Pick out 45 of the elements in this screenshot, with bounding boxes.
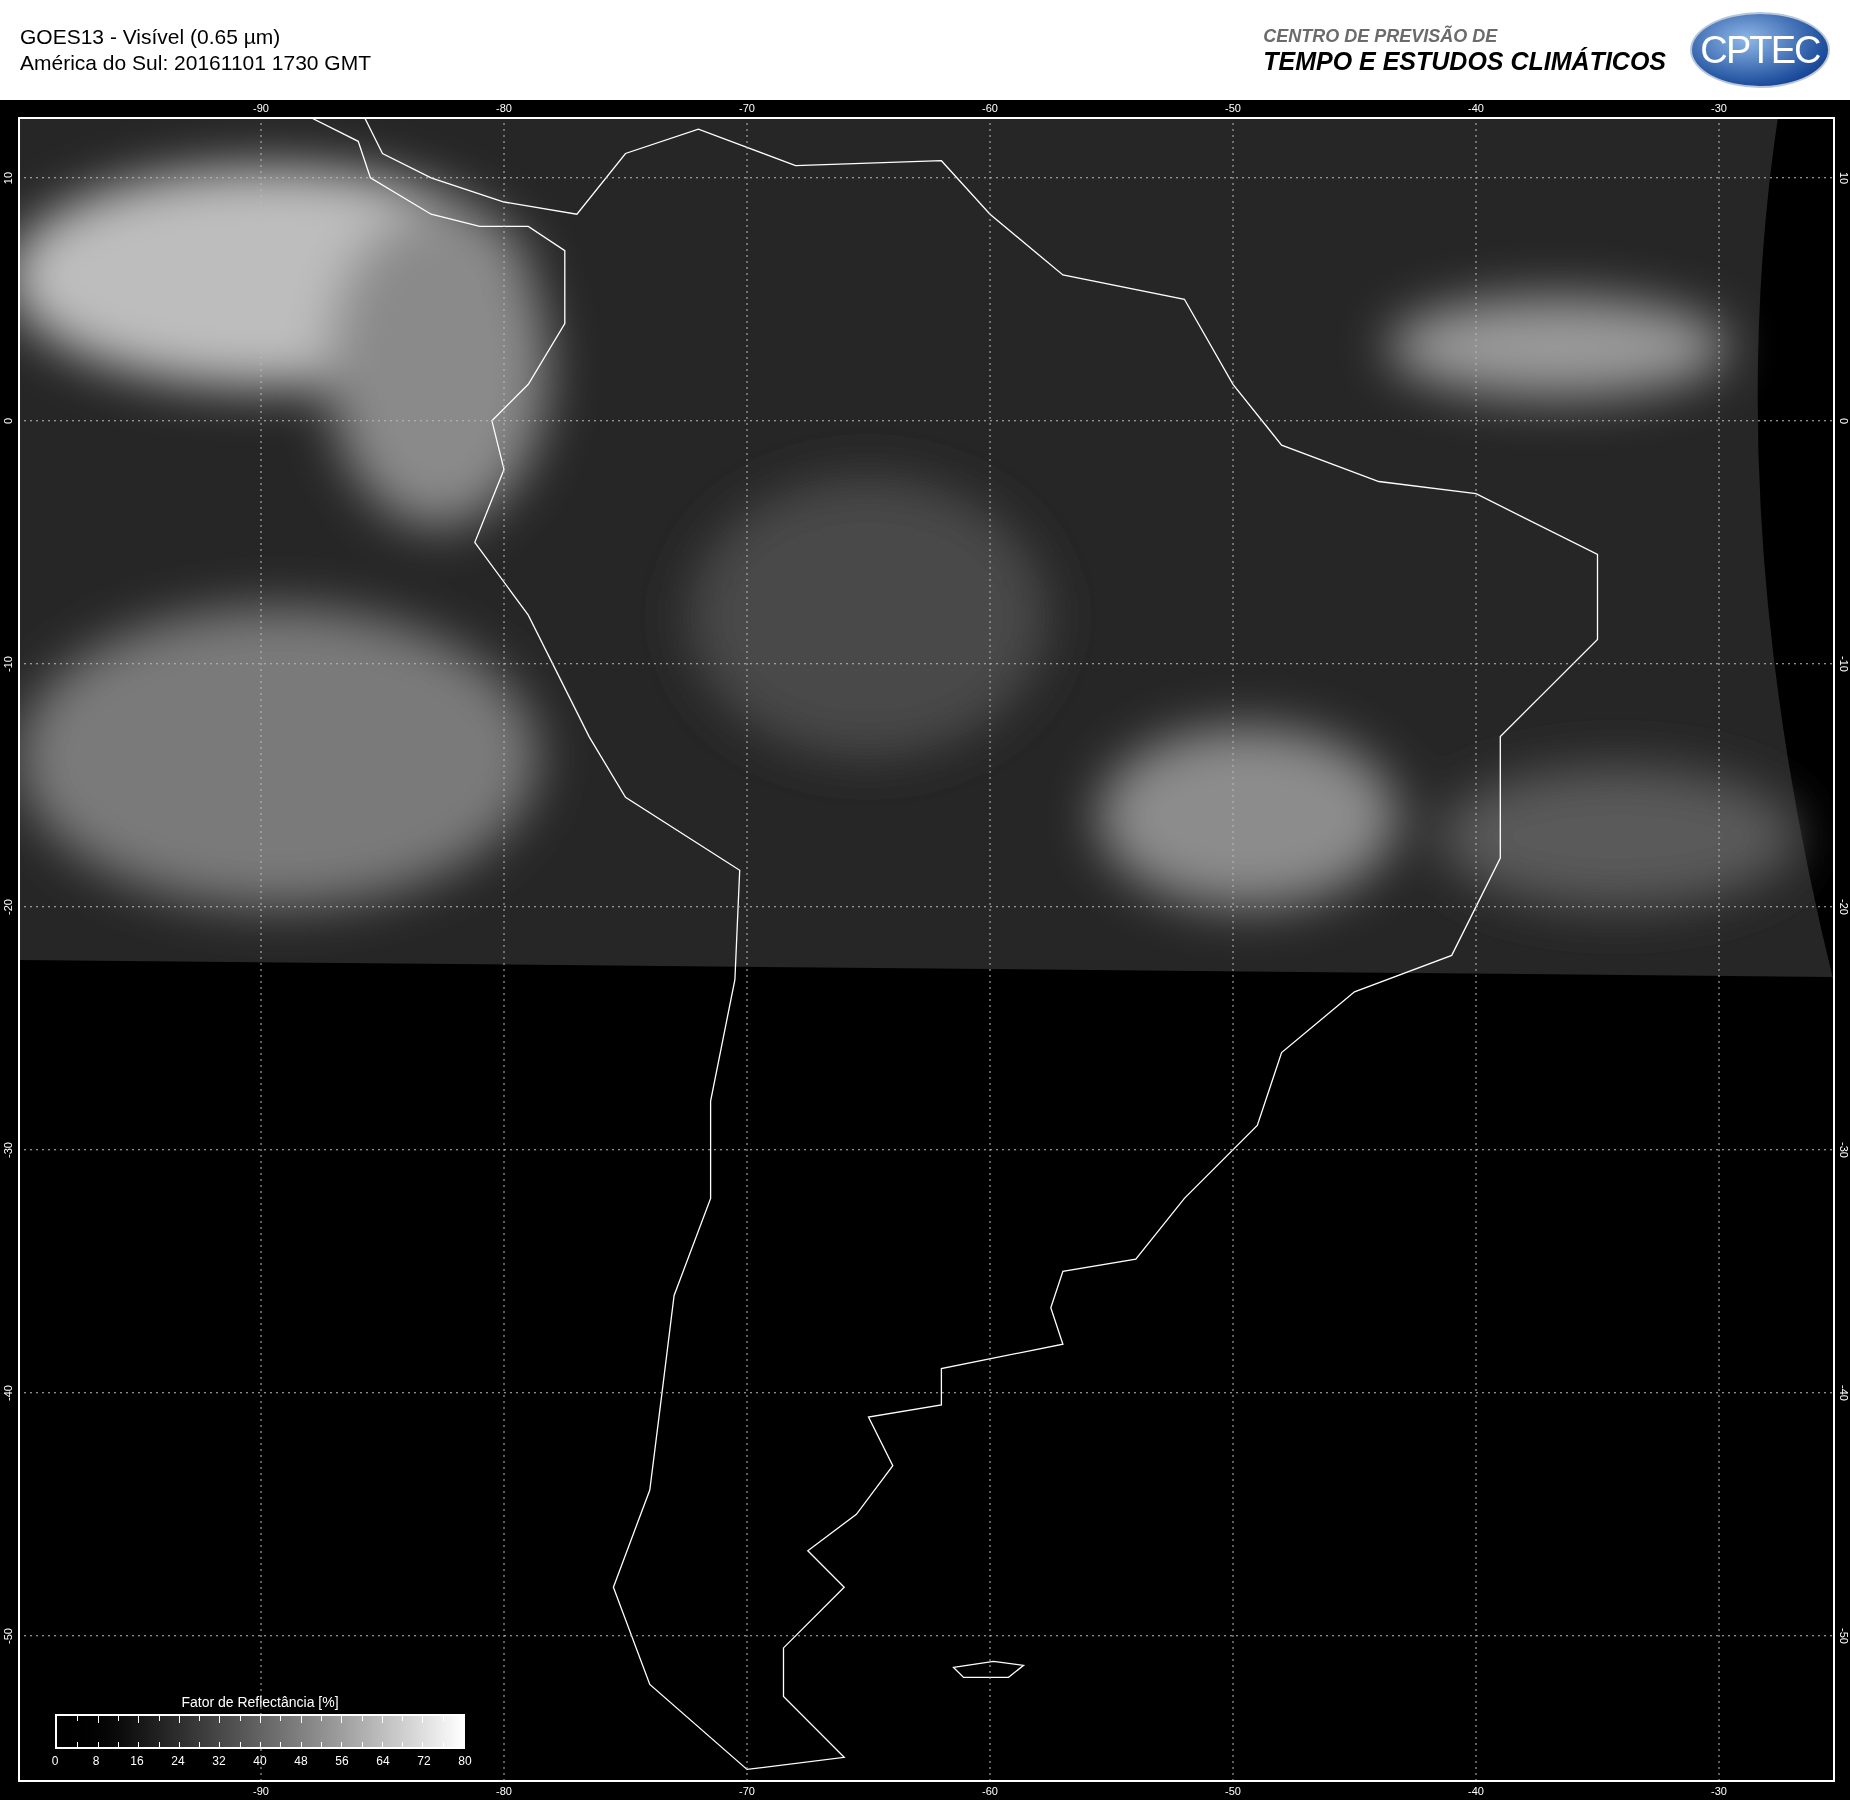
scale-label: 48 (294, 1755, 308, 1767)
scale-label: 8 (92, 1755, 100, 1767)
longitude-label: -70 (739, 102, 755, 114)
scale-label: 64 (376, 1755, 390, 1767)
scale-label: 16 (130, 1755, 144, 1767)
latitude-label: -10 (1837, 655, 1849, 672)
scale-label: 40 (253, 1755, 267, 1767)
longitude-label: -60 (982, 1785, 998, 1797)
longitude-label: -60 (982, 102, 998, 114)
product-title: GOES13 - Visível (0.65 µm) (20, 23, 282, 50)
logo: CPTEC (1690, 12, 1830, 88)
scale-label: 24 (171, 1755, 185, 1767)
organization-name: CENTRO DE PREVISÃO DE (1263, 26, 1499, 45)
latitude-label: 0 (2, 417, 14, 424)
longitude-label: -40 (1468, 102, 1484, 114)
longitude-label: -70 (739, 1785, 755, 1797)
latitude-label: -30 (1837, 1141, 1849, 1158)
scale-label: 80 (458, 1755, 472, 1767)
region-timestamp: América do Sul: 20161101 1730 GMT (20, 50, 371, 76)
latitude-label: 0 (1837, 417, 1849, 424)
longitude-label: -50 (1225, 102, 1241, 114)
latitude-label: -50 (1837, 1627, 1849, 1644)
scale-label: 32 (212, 1755, 226, 1767)
latitude-label: -50 (2, 1627, 14, 1644)
legend-title: Fator de Reflectância [%] (181, 1695, 339, 1709)
latitude-label: -20 (2, 898, 14, 915)
longitude-label: -30 (1711, 102, 1727, 114)
longitude-label: -90 (253, 1785, 269, 1797)
organization-name: TEMPO E ESTUDOS CLIMÁTICOS (1263, 48, 1666, 74)
latitude-label: -30 (2, 1141, 14, 1158)
latitude-label: 10 (1837, 171, 1849, 184)
latitude-label: 10 (2, 171, 14, 184)
latitude-label: -20 (1837, 898, 1849, 915)
scale-label: 0 (51, 1755, 59, 1767)
scale-label: 56 (335, 1755, 349, 1767)
longitude-label: -80 (496, 1785, 512, 1797)
latitude-label: -40 (1837, 1384, 1849, 1401)
longitude-label: -50 (1225, 1785, 1241, 1797)
latitude-label: -10 (2, 655, 14, 672)
latitude-label: -40 (2, 1384, 14, 1401)
longitude-label: -40 (1468, 1785, 1484, 1797)
scale-label: 72 (417, 1755, 431, 1767)
longitude-label: -90 (253, 102, 269, 114)
longitude-label: -30 (1711, 1785, 1727, 1797)
longitude-label: -80 (496, 102, 512, 114)
